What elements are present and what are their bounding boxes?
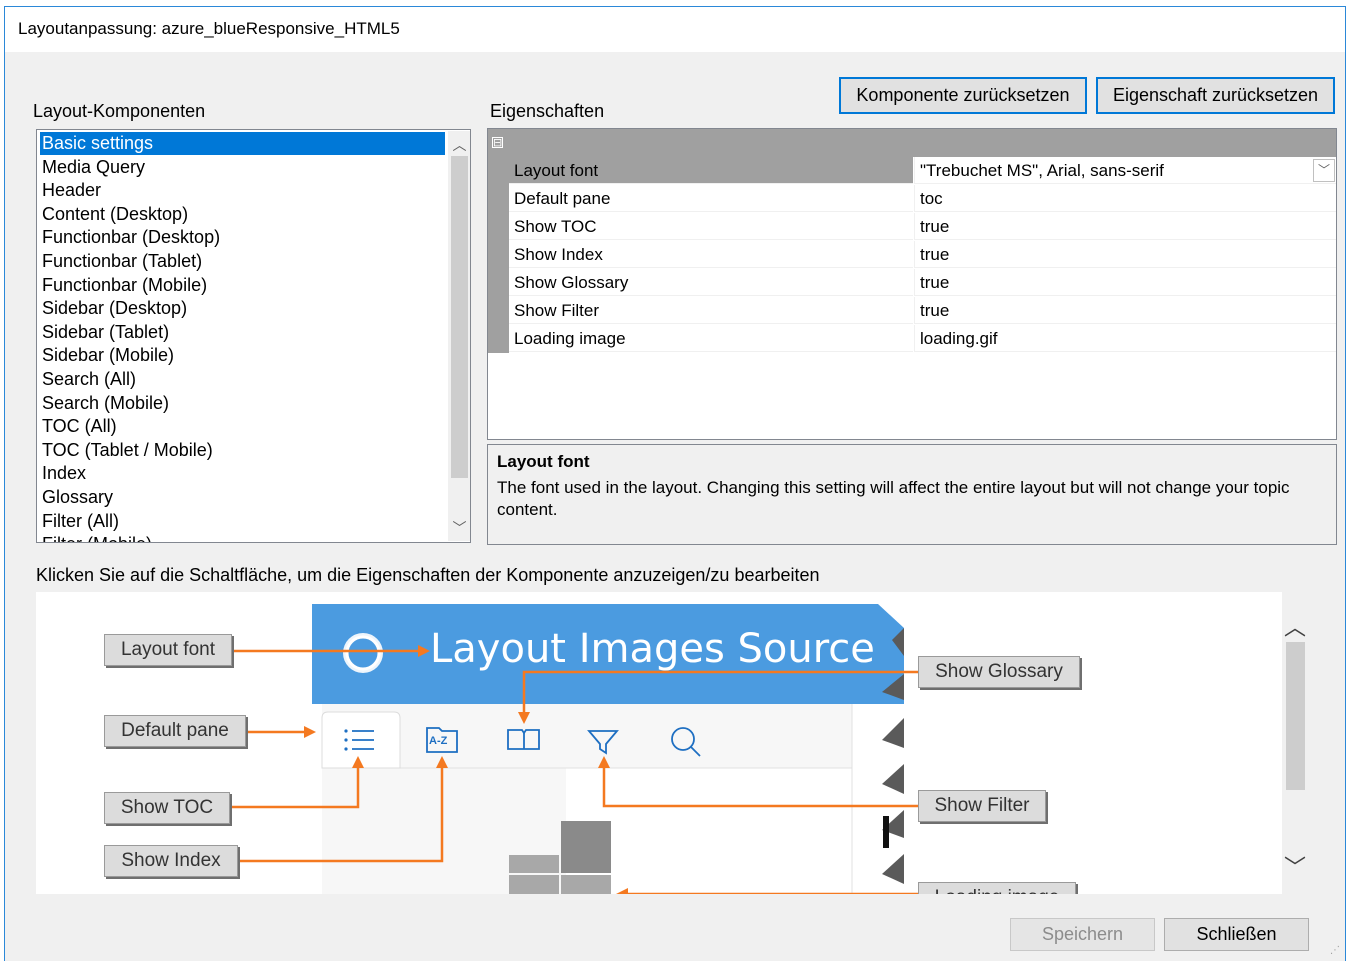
component-list-item[interactable]: Content (Desktop) — [40, 203, 445, 226]
window-title: Layoutanpassung: azure_blueResponsive_HT… — [18, 19, 400, 38]
property-value[interactable]: true — [914, 297, 1336, 324]
callout-show-filter[interactable]: Show Filter — [918, 790, 1046, 822]
property-grid-gutter — [488, 157, 509, 353]
property-value[interactable]: "Trebuchet MS", Arial, sans-serif — [914, 157, 1336, 184]
component-list-item[interactable]: Header — [40, 179, 445, 202]
component-list-item[interactable]: Sidebar (Mobile) — [40, 344, 445, 367]
property-row[interactable]: Show Filter true — [509, 297, 1336, 325]
reset-property-button[interactable]: Eigenschaft zurücksetzen — [1096, 77, 1335, 114]
components-scrollbar[interactable]: ︿ ﹀ — [448, 131, 470, 541]
component-list-item[interactable]: Media Query — [40, 156, 445, 179]
callout-show-index[interactable]: Show Index — [104, 845, 238, 877]
callout-layout-font[interactable]: Layout font — [104, 634, 232, 666]
window-border-left — [4, 6, 5, 961]
property-description: Layout font The font used in the layout.… — [487, 444, 1337, 545]
property-value[interactable]: true — [914, 241, 1336, 268]
components-listbox[interactable]: Basic settings Media Query Header Content (… — [36, 129, 471, 543]
property-name: Show Index — [509, 241, 913, 268]
property-row[interactable]: Show TOC true — [509, 213, 1336, 241]
close-button[interactable]: Schließen — [1164, 918, 1309, 951]
components-scroll-thumb[interactable] — [451, 156, 468, 478]
property-value[interactable]: loading.gif — [914, 325, 1336, 352]
window-border-top — [4, 6, 1346, 7]
component-list-item[interactable]: TOC (Tablet / Mobile) — [40, 439, 445, 462]
property-name: Default pane — [509, 185, 913, 212]
glossary-tab-icon[interactable] — [498, 712, 550, 768]
component-list-item[interactable]: Glossary — [40, 486, 445, 509]
component-list-item[interactable]: Search (All) — [40, 368, 445, 391]
preview-hint: Klicken Sie auf die Schaltfläche, um die… — [36, 565, 820, 585]
properties-label: Eigenschaften — [490, 101, 605, 121]
index-tab-icon[interactable] — [416, 712, 468, 768]
property-row[interactable]: Show Glossary true — [509, 269, 1336, 297]
property-grid: ⊟ Layout font "Trebuchet MS", Arial, sans… — [487, 128, 1337, 440]
scroll-up-icon[interactable]: ︿ — [448, 135, 470, 155]
resize-grip-icon[interactable]: ⋰ — [1330, 945, 1340, 956]
component-list-item[interactable]: Index — [40, 462, 445, 485]
preview-scroll-down-icon[interactable]: ﹀ — [1282, 850, 1308, 882]
component-list-item[interactable]: Functionbar (Desktop) — [40, 226, 445, 249]
property-name: Layout font — [509, 157, 913, 184]
property-row[interactable]: Loading image loading.gif — [509, 325, 1336, 353]
property-grid-category-header — [488, 129, 1336, 157]
component-list-item[interactable]: Sidebar (Tablet) — [40, 321, 445, 344]
layout-preview[interactable]: Layout Images Source A-Z Layout font Def… — [36, 592, 1282, 894]
description-title: Layout font — [497, 452, 590, 471]
callout-default-pane[interactable]: Default pane — [104, 715, 246, 747]
component-list-item[interactable]: TOC (All) — [40, 415, 445, 438]
component-list-item[interactable]: Basic settings — [40, 132, 445, 155]
preview-scroll-up-icon[interactable]: ︿ — [1282, 610, 1308, 642]
collapse-icon[interactable]: ⊟ — [492, 137, 503, 149]
preview-scroll-thumb[interactable] — [1286, 642, 1305, 790]
property-value[interactable]: toc — [914, 185, 1336, 212]
component-list-item[interactable]: Functionbar (Tablet) — [40, 250, 445, 273]
description-text: The font used in the layout. Changing th… — [497, 478, 1290, 519]
property-name: Loading image — [509, 325, 913, 352]
preview-header-title: Layout Images Source — [430, 626, 875, 672]
window-border-right — [1345, 6, 1346, 961]
save-button[interactable]: Speichern — [1010, 918, 1155, 951]
component-list-item[interactable]: Functionbar (Mobile) — [40, 274, 445, 297]
property-name: Show Glossary — [509, 269, 913, 296]
property-value[interactable]: true — [914, 213, 1336, 240]
property-name: Show Filter — [509, 297, 913, 324]
property-value[interactable]: true — [914, 269, 1336, 296]
dropdown-arrow-icon[interactable]: ﹀ — [1313, 159, 1335, 182]
search-tab-icon[interactable] — [660, 712, 712, 768]
property-row[interactable]: Show Index true — [509, 241, 1336, 269]
callout-show-toc[interactable]: Show TOC — [104, 792, 230, 824]
callout-show-glossary[interactable]: Show Glossary — [918, 656, 1080, 688]
component-list-item[interactable]: Sidebar (Desktop) — [40, 297, 445, 320]
filter-tab-icon[interactable] — [580, 712, 632, 768]
property-name: Show TOC — [509, 213, 913, 240]
component-list-item[interactable]: Filter (All) — [40, 510, 445, 533]
scroll-down-icon[interactable]: ﹀ — [448, 518, 470, 538]
toc-tab-icon[interactable] — [312, 712, 402, 768]
property-row[interactable]: Layout font "Trebuchet MS", Arial, sans-s… — [509, 157, 1336, 185]
component-list-item[interactable]: Filter (Mobile) — [40, 533, 445, 542]
component-list-item[interactable]: Search (Mobile) — [40, 392, 445, 415]
reset-component-button[interactable]: Komponente zurücksetzen — [839, 77, 1087, 114]
components-label: Layout-Komponenten — [33, 101, 206, 121]
callout-loading-image[interactable]: Loading image — [918, 882, 1076, 894]
property-row[interactable]: Default pane toc — [509, 185, 1336, 213]
